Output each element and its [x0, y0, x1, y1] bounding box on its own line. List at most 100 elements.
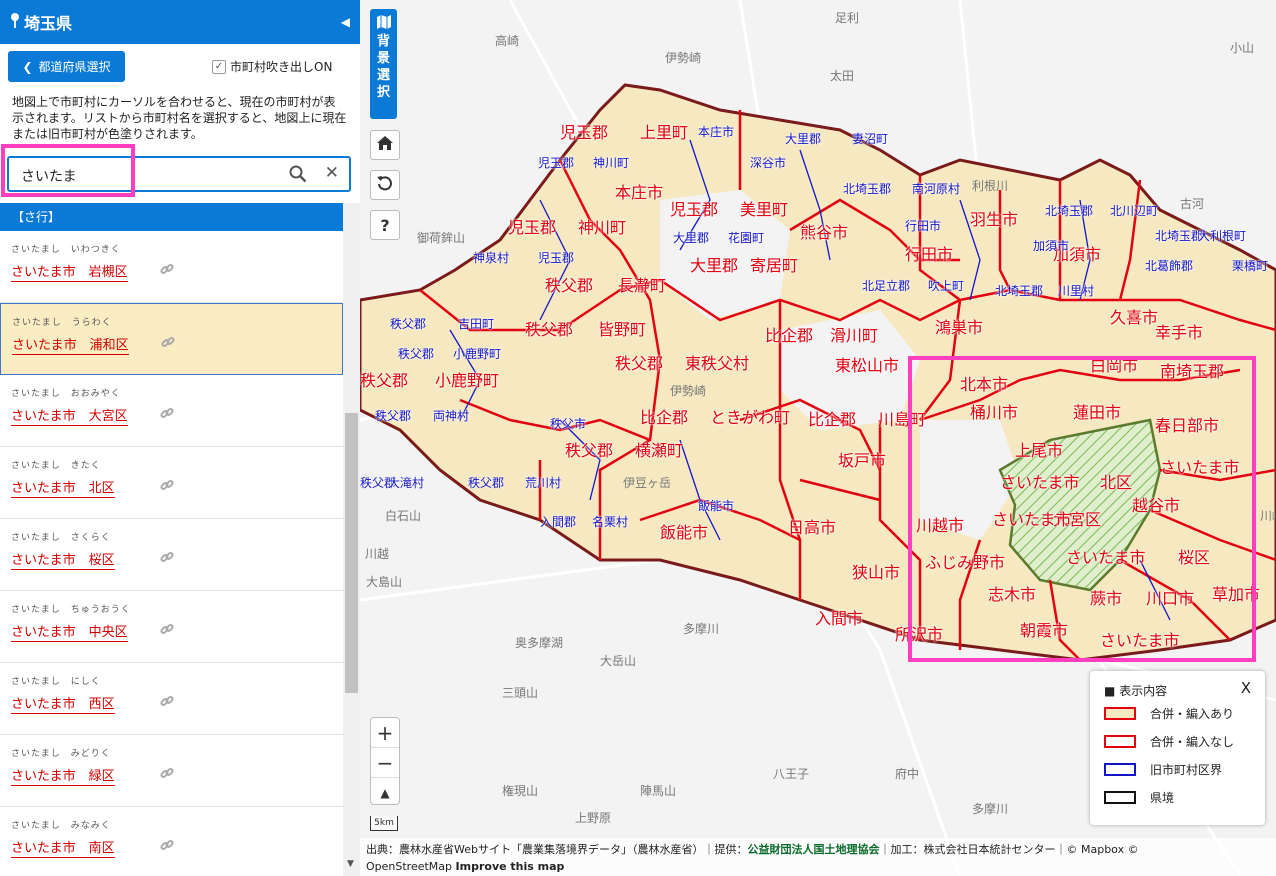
old-municipality-label[interactable]: 荒川村: [525, 477, 561, 489]
old-municipality-label[interactable]: 名栗村: [592, 516, 628, 528]
municipality-label[interactable]: 比企郡: [765, 328, 813, 344]
municipality-label[interactable]: 小鹿野町: [435, 373, 499, 389]
home-button[interactable]: [370, 130, 400, 160]
link-icon[interactable]: [160, 765, 174, 784]
old-municipality-label[interactable]: 行田市: [905, 220, 941, 232]
list-item[interactable]: さいたまし みどりく さいたま市 緑区: [0, 735, 343, 807]
old-municipality-label[interactable]: 深谷市: [750, 157, 786, 169]
list-item[interactable]: さいたまし ちゅうおうく さいたま市 中央区: [0, 591, 343, 663]
prefecture-select-button[interactable]: ❮ 都道府県選択: [8, 51, 125, 82]
old-municipality-label[interactable]: 飯能市: [698, 500, 734, 512]
attribution-link[interactable]: 公益財団法人国土地理協会: [747, 843, 879, 856]
help-button[interactable]: ?: [370, 210, 400, 240]
old-municipality-label[interactable]: 入間郡: [540, 516, 576, 528]
scroll-down-arrow[interactable]: ▼: [347, 859, 354, 869]
link-icon[interactable]: [160, 477, 174, 496]
municipality-label[interactable]: 滑川町: [830, 328, 878, 344]
old-municipality-label[interactable]: 神泉村: [473, 252, 509, 264]
list-item-name[interactable]: さいたま市 岩槻区: [11, 261, 128, 282]
old-municipality-label[interactable]: 栗橋町: [1232, 260, 1268, 272]
list-item-name[interactable]: さいたま市 中央区: [11, 621, 128, 642]
municipality-label[interactable]: 比企郡: [808, 412, 856, 428]
old-municipality-label[interactable]: 妻沼町: [852, 133, 888, 145]
old-municipality-label[interactable]: 川里村: [1058, 285, 1094, 297]
zoom-in-button[interactable]: +: [371, 718, 399, 748]
old-municipality-label[interactable]: 花園町: [728, 232, 764, 244]
old-municipality-label[interactable]: 北埼玉郡: [1155, 230, 1203, 242]
list-item-name[interactable]: さいたま市 緑区: [11, 765, 115, 786]
background-select-button[interactable]: 背 景 選 択: [370, 9, 397, 119]
list-item[interactable]: さいたまし きたく さいたま市 北区: [0, 447, 343, 519]
old-municipality-label[interactable]: 小鹿野町: [453, 348, 501, 360]
link-icon[interactable]: [160, 621, 174, 640]
list-item-name[interactable]: さいたま市 南区: [11, 837, 115, 858]
osm-link[interactable]: OpenStreetMap: [366, 860, 452, 873]
clear-icon[interactable]: ✕: [325, 163, 339, 183]
municipality-label[interactable]: 比企郡: [640, 410, 688, 426]
old-municipality-label[interactable]: 秩父郡: [390, 318, 426, 330]
municipality-label[interactable]: 児玉郡: [560, 125, 608, 141]
municipality-label[interactable]: 羽生市: [970, 212, 1018, 228]
old-municipality-label[interactable]: 大滝村: [388, 477, 424, 489]
old-municipality-label[interactable]: 秩父市: [550, 418, 586, 430]
old-municipality-label[interactable]: 北川辺町: [1110, 205, 1158, 217]
municipality-label[interactable]: 秩父郡: [565, 443, 613, 459]
collapse-sidebar-icon[interactable]: ◀: [341, 15, 350, 29]
municipality-label[interactable]: 幸手市: [1155, 325, 1203, 341]
municipality-label[interactable]: 秩父郡: [615, 356, 663, 372]
list-item-name[interactable]: さいたま市 北区: [11, 477, 115, 498]
list-item-name[interactable]: さいたま市 西区: [11, 693, 115, 714]
search-icon[interactable]: [289, 165, 307, 187]
list-item[interactable]: さいたまし おおみやく さいたま市 大宮区: [0, 375, 343, 447]
old-municipality-label[interactable]: 南河原村: [912, 183, 960, 195]
municipality-label[interactable]: 児玉郡: [508, 220, 556, 236]
old-municipality-label[interactable]: 両神村: [433, 410, 469, 422]
map[interactable]: 児玉郡 上里町 本庄市 児玉郡 神川町 児玉郡 美里町 熊谷市 大里郡 寄居町 秩父郡 長瀞町 秩父郡皆…: [360, 0, 1276, 876]
municipality-label[interactable]: 秩父郡: [525, 322, 573, 338]
municipality-label[interactable]: 狭山市: [852, 565, 900, 581]
old-municipality-label[interactable]: 秩父郡: [468, 477, 504, 489]
link-icon[interactable]: [160, 549, 174, 568]
municipality-label[interactable]: 熊谷市: [800, 225, 848, 241]
municipality-label[interactable]: 飯能市: [660, 525, 708, 541]
old-municipality-label[interactable]: 大利根町: [1198, 230, 1246, 242]
legend-close-icon[interactable]: X: [1241, 679, 1251, 697]
municipality-label[interactable]: 皆野町: [598, 322, 646, 338]
scroll-thumb[interactable]: [345, 413, 358, 693]
municipality-label[interactable]: 横瀬町: [635, 443, 683, 459]
link-icon[interactable]: [161, 334, 175, 353]
link-icon[interactable]: [160, 693, 174, 712]
municipality-label[interactable]: 入間市: [815, 611, 863, 627]
old-municipality-label[interactable]: 児玉郡: [538, 157, 574, 169]
old-municipality-label[interactable]: 北足立郡: [862, 280, 910, 292]
old-municipality-label[interactable]: 吹上町: [928, 280, 964, 292]
municipality-label[interactable]: 行田市: [905, 247, 953, 263]
old-municipality-label[interactable]: 吉田町: [458, 318, 494, 330]
list-scrollbar[interactable]: ▼: [343, 203, 360, 876]
bubble-toggle[interactable]: ✓ 市町村吹き出しON: [212, 58, 332, 75]
municipality-label[interactable]: 大里郡: [690, 258, 738, 274]
list-item[interactable]: さいたまし いわつきく さいたま市 岩槻区: [0, 231, 343, 303]
old-municipality-label[interactable]: 北埼玉郡: [843, 183, 891, 195]
municipality-label[interactable]: 児玉郡: [670, 202, 718, 218]
municipality-label[interactable]: ときがわ町: [710, 410, 790, 426]
list-item-name[interactable]: さいたま市 浦和区: [12, 334, 129, 355]
list-item[interactable]: さいたまし さくらく さいたま市 桜区: [0, 519, 343, 591]
old-municipality-label[interactable]: 加須市: [1033, 240, 1069, 252]
old-municipality-label[interactable]: 児玉郡: [538, 252, 574, 264]
municipality-label[interactable]: 本庄市: [615, 185, 663, 201]
reset-button[interactable]: [370, 170, 400, 200]
link-icon[interactable]: [160, 405, 174, 424]
list-item-name[interactable]: さいたま市 大宮区: [11, 405, 128, 426]
old-municipality-label[interactable]: 秩父郡: [375, 410, 411, 422]
list-item[interactable]: さいたまし にしく さいたま市 西区: [0, 663, 343, 735]
zoom-out-button[interactable]: −: [371, 748, 399, 778]
bubble-checkbox[interactable]: ✓: [212, 59, 226, 74]
old-municipality-label[interactable]: 本庄市: [698, 126, 734, 138]
municipality-label[interactable]: 神川町: [578, 220, 626, 236]
old-municipality-label[interactable]: 北埼玉郡: [1045, 205, 1093, 217]
municipality-label[interactable]: 坂戸市: [838, 453, 886, 469]
old-municipality-label[interactable]: 北埼玉郡: [995, 285, 1043, 297]
old-municipality-label[interactable]: 秩父郡: [398, 348, 434, 360]
municipality-label[interactable]: 東秩父村: [685, 356, 749, 372]
